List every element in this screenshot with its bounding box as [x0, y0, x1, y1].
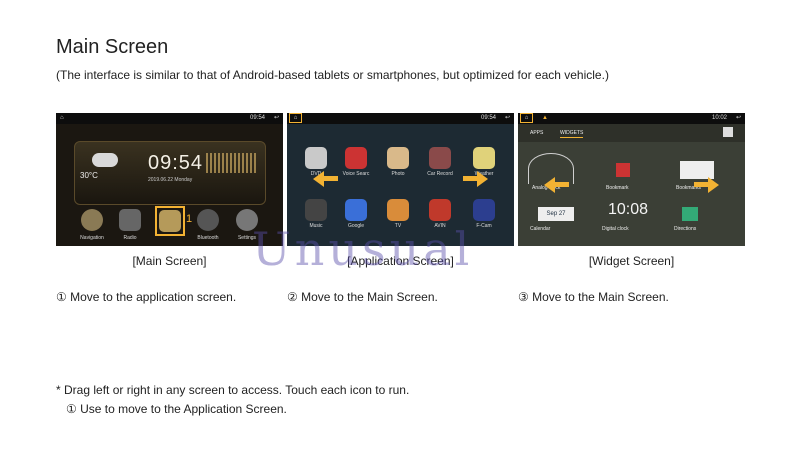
arrow-left-shaft [324, 176, 338, 181]
app-label: Photo [391, 171, 405, 177]
bookmark-icon[interactable] [616, 163, 630, 177]
cloud-icon [92, 153, 118, 167]
status-bar: ⌂ 09:54 ↩ [287, 113, 514, 124]
home-icon[interactable]: ⌂ [60, 113, 64, 124]
page-title: Main Screen [56, 36, 169, 58]
tab-widgets[interactable]: WIDGETS [560, 130, 584, 138]
app-icon-tv[interactable] [387, 199, 409, 221]
back-icon[interactable]: ↩ [274, 113, 279, 124]
app-label: AVIN [434, 223, 446, 229]
app-label: F-Cam [476, 223, 492, 229]
status-bar: ⌂ ▲ 10:02 ↩ [518, 113, 745, 124]
back-icon[interactable]: ↩ [505, 113, 510, 124]
callout-number: 1 [186, 213, 193, 225]
app-icon-car-record[interactable] [429, 147, 451, 169]
caption-main-screen: [Main Screen] [132, 254, 207, 268]
app-icon-avin[interactable] [429, 199, 451, 221]
main-screen-screenshot: ⌂ 09:54 ↩ 30°C 09:54 2019.06.22 Monday N… [56, 113, 283, 246]
arrow-right-icon [708, 177, 719, 193]
app-label-bluetooth: Bluetooth [197, 235, 219, 241]
step-3: ③ Move to the Main Screen. [518, 290, 669, 304]
status-bar: ⌂ 09:54 ↩ [56, 113, 283, 124]
widget-label-calendar: Calendar [530, 226, 551, 232]
step-2: ② Move to the Main Screen. [287, 290, 438, 304]
app-icon-dvd[interactable] [305, 147, 327, 169]
warning-icon: ▲ [542, 115, 548, 121]
app-icon-photo[interactable] [387, 147, 409, 169]
note-application: ① Use to move to the Application Screen. [66, 402, 287, 416]
app-icon-weather[interactable] [473, 147, 495, 169]
settings-icon[interactable] [236, 209, 258, 231]
calendar-widget[interactable]: Sep 27 [538, 207, 574, 221]
app-icon-voice-searc[interactable] [345, 147, 367, 169]
equalizer-graphic [206, 153, 256, 173]
widget-tabs: APPS WIDGETS [518, 124, 745, 142]
status-time: 09:54 [249, 115, 265, 121]
home-icon[interactable]: ⌂ [289, 113, 302, 123]
widget-screen-screenshot: ⌂ ▲ 10:02 ↩ APPS WIDGETS Analog clock Bo… [518, 113, 745, 246]
widget-label-bookmark: Bookmark [606, 185, 629, 191]
app-label-settings: Settings [237, 235, 257, 241]
caption-widget-screen: [Widget Screen] [588, 254, 675, 268]
arrow-left-shaft [555, 182, 569, 187]
status-time: 09:54 [480, 115, 496, 121]
widget-label-directions: Directions [674, 226, 697, 232]
temperature: 30°C [80, 171, 98, 180]
note-drag: * Drag left or right in any screen to ac… [56, 383, 410, 397]
app-label-radio: Radio [123, 235, 137, 241]
app-label: TV [394, 223, 402, 229]
page-subtitle: (The interface is similar to that of And… [56, 68, 609, 82]
app-label-navigation: Navigation [80, 235, 104, 241]
arrow-left-icon [313, 171, 324, 187]
arrow-right-shaft [694, 182, 708, 187]
back-icon[interactable]: ↩ [736, 113, 741, 124]
app-icon-google[interactable] [345, 199, 367, 221]
home-icon[interactable]: ⌂ [520, 113, 533, 123]
step-1: ① Move to the application screen. [56, 290, 237, 304]
caption-application-screen: [Application Screen] [347, 254, 454, 268]
app-label: Music [309, 223, 323, 229]
radio-icon[interactable] [119, 209, 141, 231]
app-label: Google [347, 223, 365, 229]
app-icon-f-cam[interactable] [473, 199, 495, 221]
bluetooth-icon[interactable] [197, 209, 219, 231]
apps-grid-icon[interactable] [159, 210, 181, 232]
application-screen-screenshot: ⌂ 09:54 ↩ DVD Voice Searc Photo Car Record W… [287, 113, 514, 246]
arrow-right-icon [477, 171, 488, 187]
directions-icon[interactable] [682, 207, 698, 221]
date-display: 2019.06.22 Monday [148, 177, 193, 183]
app-label: Car Record [427, 171, 453, 177]
arrow-right-shaft [463, 176, 477, 181]
arrow-left-icon [544, 177, 555, 193]
clock-display: 09:54 [148, 152, 204, 174]
digital-clock-display: 10:08 [608, 201, 649, 218]
store-icon[interactable] [723, 127, 733, 137]
tab-apps[interactable]: APPS [530, 130, 543, 136]
app-icon-music[interactable] [305, 199, 327, 221]
app-label: Voice Searc [342, 171, 370, 177]
status-time: 10:02 [711, 115, 727, 121]
widget-label-digital-clock: Digital clock [602, 226, 629, 232]
navigation-icon[interactable] [81, 209, 103, 231]
